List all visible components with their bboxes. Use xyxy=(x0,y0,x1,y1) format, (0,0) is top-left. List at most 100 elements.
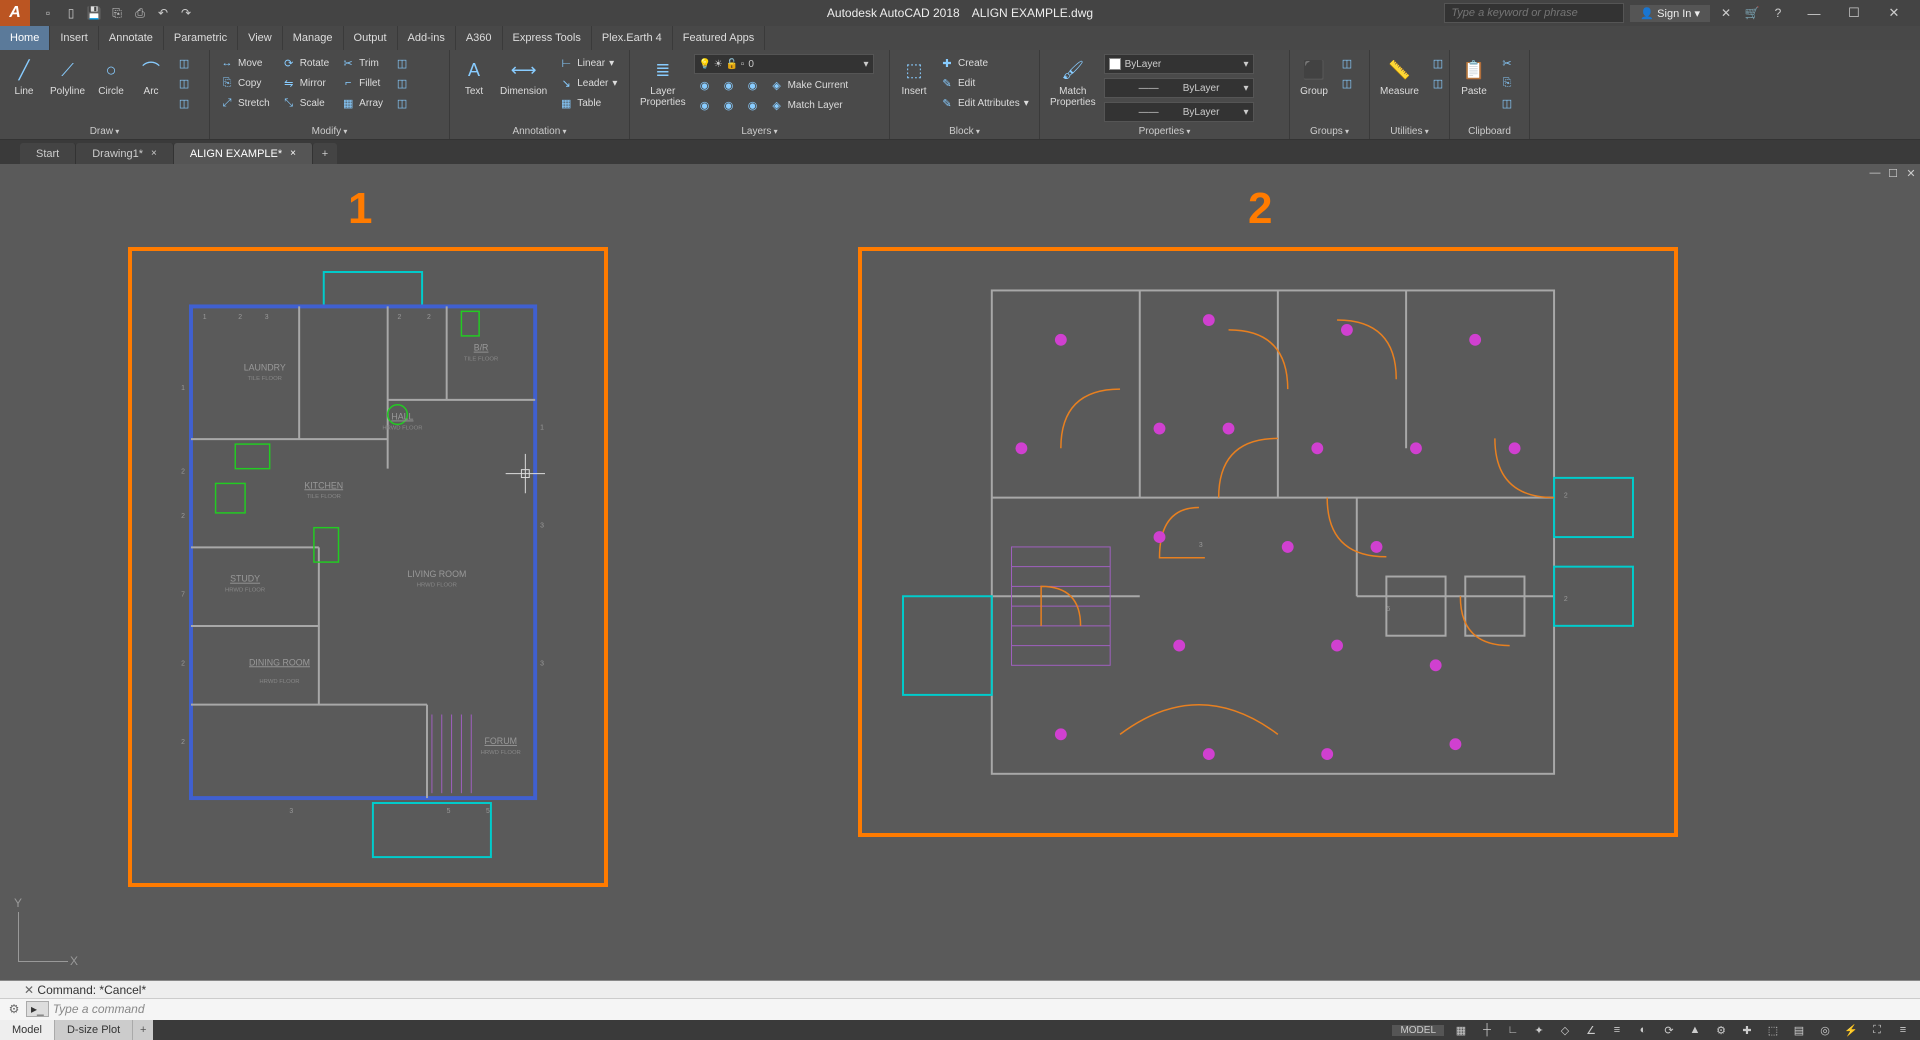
menu-tab-manage[interactable]: Manage xyxy=(283,26,344,50)
doc-tab-drawing1[interactable]: Drawing1*× xyxy=(76,143,174,164)
leader-button[interactable]: ↘Leader ▾ xyxy=(555,74,621,92)
modify-extra[interactable]: ◫ xyxy=(391,74,413,92)
layer-dropdown[interactable]: 💡 ☀ 🔓 ▫ 0▾ xyxy=(694,54,874,74)
layer-tool-5[interactable]: ◉ xyxy=(718,96,740,114)
match-properties-button[interactable]: 🖌Match Properties xyxy=(1046,54,1100,110)
new-icon[interactable]: ▫ xyxy=(38,3,58,23)
layout-tab-model[interactable]: Model xyxy=(0,1020,55,1040)
draw-extra[interactable]: ◫ xyxy=(173,74,195,92)
panel-title-modify[interactable]: Modify xyxy=(216,124,443,139)
panel-title-properties[interactable]: Properties xyxy=(1046,124,1283,139)
cut-button[interactable]: ✂ xyxy=(1496,54,1518,72)
plot-icon[interactable]: ⎙ xyxy=(130,3,150,23)
edit-attr-button[interactable]: ✎Edit Attributes ▾ xyxy=(936,94,1033,112)
array-button[interactable]: ▦Array xyxy=(337,94,387,112)
text-button[interactable]: AText xyxy=(456,54,492,99)
line-button[interactable]: ╱Line xyxy=(6,54,42,99)
edit-block-button[interactable]: ✎Edit xyxy=(936,74,1033,92)
layer-tool-4[interactable]: ◉ xyxy=(694,96,716,114)
exchange-icon[interactable]: ✕ xyxy=(1716,3,1736,23)
close-button[interactable]: ✕ xyxy=(1874,1,1914,25)
layer-tool-3[interactable]: ◉ xyxy=(742,76,764,94)
fillet-button[interactable]: ⌐Fillet xyxy=(337,74,387,92)
match-layer-button[interactable]: ◈Match Layer xyxy=(766,96,847,114)
saveas-icon[interactable]: ⎘ xyxy=(107,3,127,23)
trim-button[interactable]: ✂Trim xyxy=(337,54,387,72)
redo-icon[interactable]: ↷ xyxy=(176,3,196,23)
move-button[interactable]: ↔Move xyxy=(216,54,274,72)
copy-button[interactable]: ⎘Copy xyxy=(216,74,274,92)
menu-tab-parametric[interactable]: Parametric xyxy=(164,26,238,50)
cycling-toggle[interactable]: ⟳ xyxy=(1660,1021,1678,1039)
hardware-accel[interactable]: ⚡ xyxy=(1842,1021,1860,1039)
layer-tool-6[interactable]: ◉ xyxy=(742,96,764,114)
menu-tab-output[interactable]: Output xyxy=(344,26,398,50)
circle-button[interactable]: ○Circle xyxy=(93,54,129,99)
drawing-canvas[interactable]: — ☐ ✕ 1 2 xyxy=(0,164,1920,980)
clip-3[interactable]: ◫ xyxy=(1496,94,1518,112)
menu-tab-addins[interactable]: Add-ins xyxy=(398,26,456,50)
cart-icon[interactable]: 🛒 xyxy=(1742,3,1762,23)
grid-toggle[interactable]: ▦ xyxy=(1452,1021,1470,1039)
new-tab-button[interactable]: + xyxy=(313,143,337,164)
measure-button[interactable]: 📏Measure xyxy=(1376,54,1423,99)
modify-extra[interactable]: ◫ xyxy=(391,94,413,112)
linetype-dropdown[interactable]: —— ByLayer▾ xyxy=(1104,102,1254,122)
rotate-button[interactable]: ⟳Rotate xyxy=(278,54,333,72)
layer-tool-2[interactable]: ◉ xyxy=(718,76,740,94)
linear-button[interactable]: ⊢Linear ▾ xyxy=(555,54,621,72)
undo-icon[interactable]: ↶ xyxy=(153,3,173,23)
lweight-toggle[interactable]: ≡ xyxy=(1608,1021,1626,1039)
menu-tab-featuredapps[interactable]: Featured Apps xyxy=(673,26,766,50)
app-logo[interactable]: A xyxy=(0,0,30,26)
panel-title-groups[interactable]: Groups xyxy=(1296,124,1363,139)
customize-button[interactable]: ≡ xyxy=(1894,1021,1912,1039)
model-space-button[interactable]: MODEL xyxy=(1392,1025,1444,1036)
quick-props[interactable]: ▤ xyxy=(1790,1021,1808,1039)
scale-button[interactable]: ⤡Scale xyxy=(278,94,333,112)
anno-monitor[interactable]: ✚ xyxy=(1738,1021,1756,1039)
modify-extra[interactable]: ◫ xyxy=(391,54,413,72)
panel-title-annotation[interactable]: Annotation xyxy=(456,124,623,139)
dimension-button[interactable]: ⟷Dimension xyxy=(496,54,551,99)
util-1[interactable]: ◫ xyxy=(1427,54,1449,72)
save-icon[interactable]: 💾 xyxy=(84,3,104,23)
command-input[interactable]: Type a command xyxy=(53,1002,1914,1016)
paste-button[interactable]: 📋Paste xyxy=(1456,54,1492,99)
group-button[interactable]: ⬛Group xyxy=(1296,54,1332,99)
draw-extra[interactable]: ◫ xyxy=(173,54,195,72)
snap-toggle[interactable]: ┼ xyxy=(1478,1021,1496,1039)
cmd-close-icon[interactable]: ✕ xyxy=(24,983,34,997)
panel-title-draw[interactable]: Draw xyxy=(6,124,203,139)
osnap-toggle[interactable]: ◇ xyxy=(1556,1021,1574,1039)
stretch-button[interactable]: ⤢Stretch xyxy=(216,94,274,112)
clean-screen[interactable]: ⛶ xyxy=(1868,1021,1886,1039)
mirror-button[interactable]: ⇋Mirror xyxy=(278,74,333,92)
polyline-button[interactable]: ⟋Polyline xyxy=(46,54,89,99)
layer-tool-1[interactable]: ◉ xyxy=(694,76,716,94)
menu-tab-home[interactable]: Home xyxy=(0,26,50,50)
menu-tab-view[interactable]: View xyxy=(238,26,283,50)
units-button[interactable]: ⬚ xyxy=(1764,1021,1782,1039)
add-layout-button[interactable]: + xyxy=(133,1020,153,1040)
anno-toggle[interactable]: ▲ xyxy=(1686,1021,1704,1039)
menu-tab-a360[interactable]: A360 xyxy=(456,26,503,50)
close-tab-icon[interactable]: × xyxy=(290,148,296,159)
panel-title-block[interactable]: Block xyxy=(896,124,1033,139)
panel-title-utilities[interactable]: Utilities xyxy=(1376,124,1443,139)
insert-button[interactable]: ⬚Insert xyxy=(896,54,932,99)
ungroup-button[interactable]: ◫ xyxy=(1336,54,1358,72)
menu-tab-expresstools[interactable]: Express Tools xyxy=(503,26,592,50)
lineweight-dropdown[interactable]: —— ByLayer▾ xyxy=(1104,78,1254,98)
layer-properties-button[interactable]: ≣Layer Properties xyxy=(636,54,690,110)
layout-tab-dsizeplot[interactable]: D-size Plot xyxy=(55,1020,133,1040)
otrack-toggle[interactable]: ∠ xyxy=(1582,1021,1600,1039)
make-current-button[interactable]: ◈Make Current xyxy=(766,76,853,94)
menu-tab-annotate[interactable]: Annotate xyxy=(99,26,164,50)
help-search-input[interactable] xyxy=(1444,3,1624,23)
arc-button[interactable]: ⌒Arc xyxy=(133,54,169,99)
menu-tab-insert[interactable]: Insert xyxy=(50,26,99,50)
maximize-button[interactable]: ☐ xyxy=(1834,1,1874,25)
open-icon[interactable]: ▯ xyxy=(61,3,81,23)
isolate-button[interactable]: ◎ xyxy=(1816,1021,1834,1039)
